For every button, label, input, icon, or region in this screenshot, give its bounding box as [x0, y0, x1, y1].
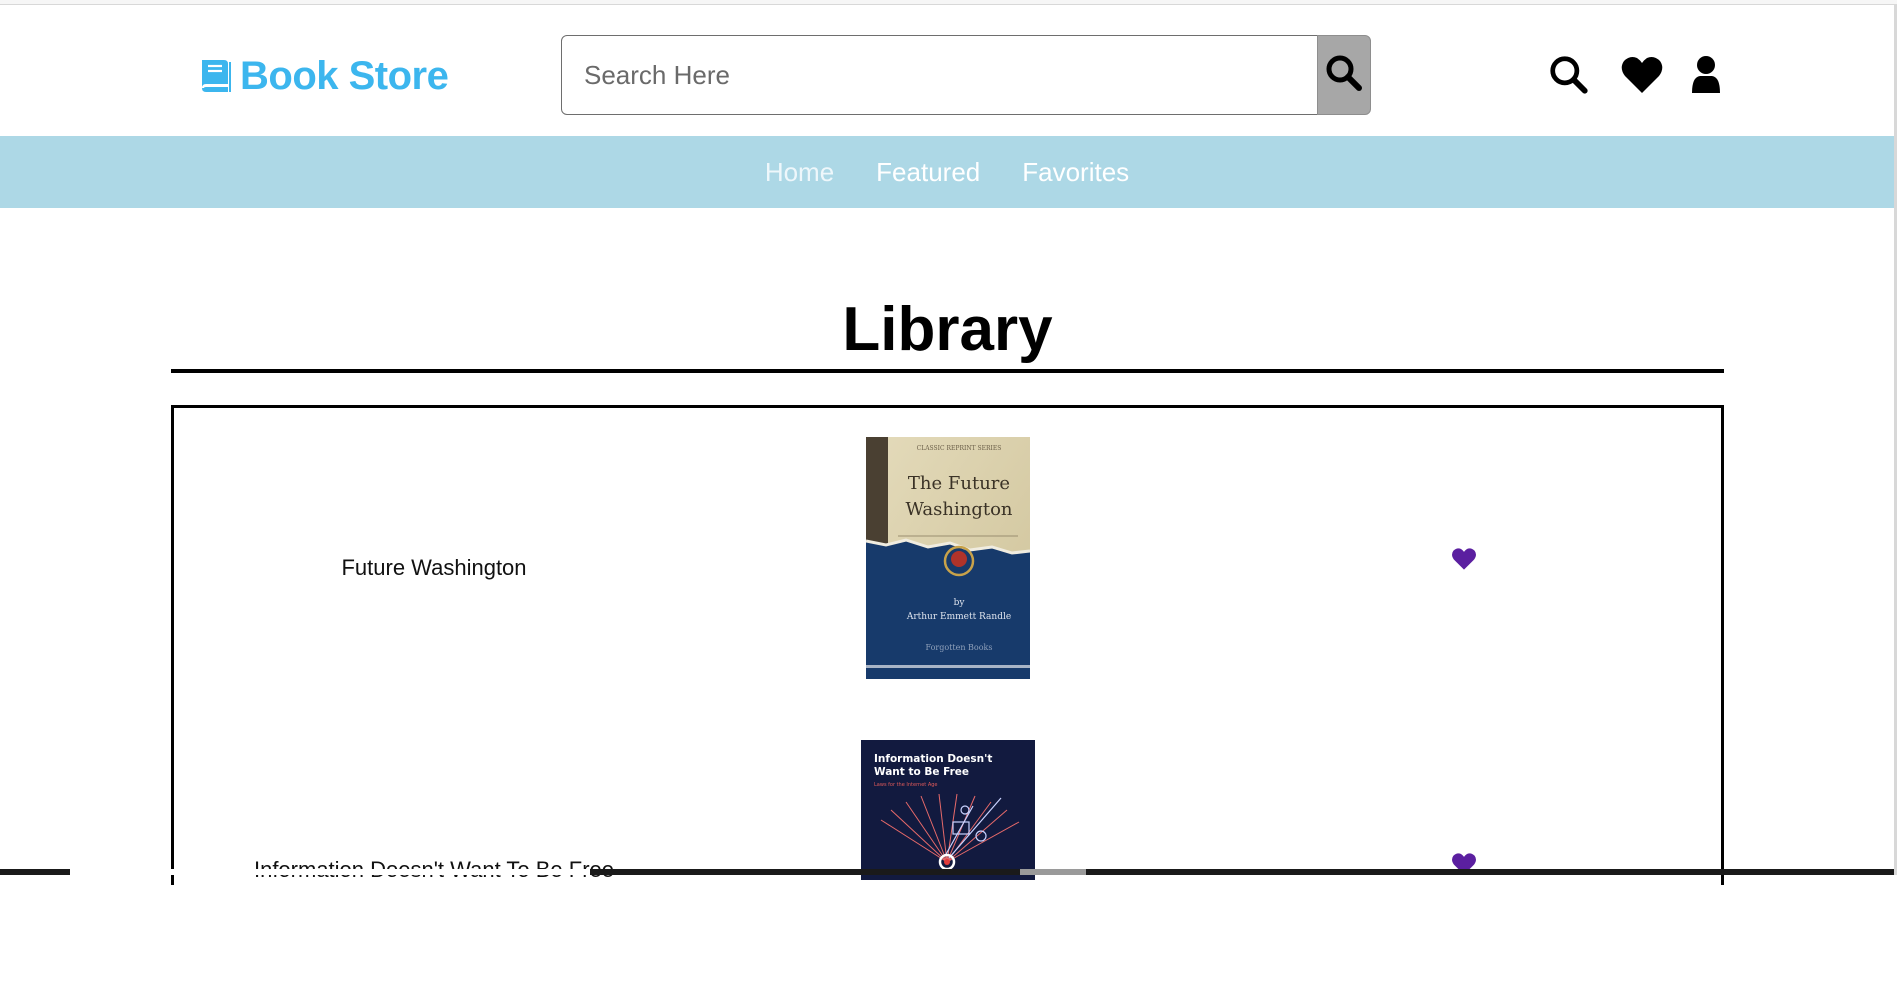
cover-series: CLASSIC REPRINT SERIES: [917, 445, 1002, 452]
nav-featured[interactable]: Featured: [876, 157, 980, 188]
cover-heading-2: Washington: [905, 499, 1012, 520]
cover-heading-2: Want to Be Free: [874, 766, 969, 778]
site-header: Book Store: [0, 5, 1894, 136]
search-icon[interactable]: [1548, 54, 1590, 96]
favorite-heart-icon[interactable]: [1451, 547, 1477, 575]
search-button[interactable]: [1317, 35, 1371, 115]
book-cover[interactable]: Information Doesn't Want to Be Free Laws…: [861, 740, 1035, 880]
search-icon: [1324, 53, 1364, 97]
cover-by: by: [954, 598, 966, 608]
cover-heading-1: The Future: [908, 473, 1010, 494]
search-bar: [561, 35, 1371, 115]
book-row: Future Washington CLASSIC REPRINT SERIES…: [174, 437, 1721, 697]
logo-link[interactable]: Book Store: [194, 51, 449, 101]
search-input[interactable]: [561, 35, 1318, 115]
book-cover[interactable]: CLASSIC REPRINT SERIES The Future Washin…: [866, 437, 1030, 679]
title-divider: [171, 369, 1724, 373]
book-icon: [194, 54, 240, 98]
heart-icon[interactable]: [1620, 55, 1664, 95]
cover-heading-1: Information Doesn't: [874, 753, 992, 765]
cover-subtitle: Laws for the Internet Age: [874, 782, 938, 788]
header-icons: [1548, 52, 1722, 98]
scrollbar-thumb[interactable]: [1020, 869, 1086, 875]
page-title: Library: [842, 295, 1053, 364]
cover-author: Arthur Emmett Randle: [906, 612, 1011, 622]
cover-publisher: Forgotten Books: [925, 643, 992, 652]
library-list: Future Washington CLASSIC REPRINT SERIES…: [171, 405, 1724, 885]
nav-favorites[interactable]: Favorites: [1022, 157, 1129, 188]
book-title: Future Washington: [341, 555, 527, 580]
logo-text: Book Store: [240, 53, 449, 98]
user-icon[interactable]: [1690, 55, 1722, 95]
nav-home[interactable]: Home: [765, 157, 834, 188]
main-nav: Home Featured Favorites: [0, 136, 1894, 208]
scrollbar-track: [70, 869, 590, 875]
favorite-heart-icon[interactable]: [1451, 852, 1477, 880]
